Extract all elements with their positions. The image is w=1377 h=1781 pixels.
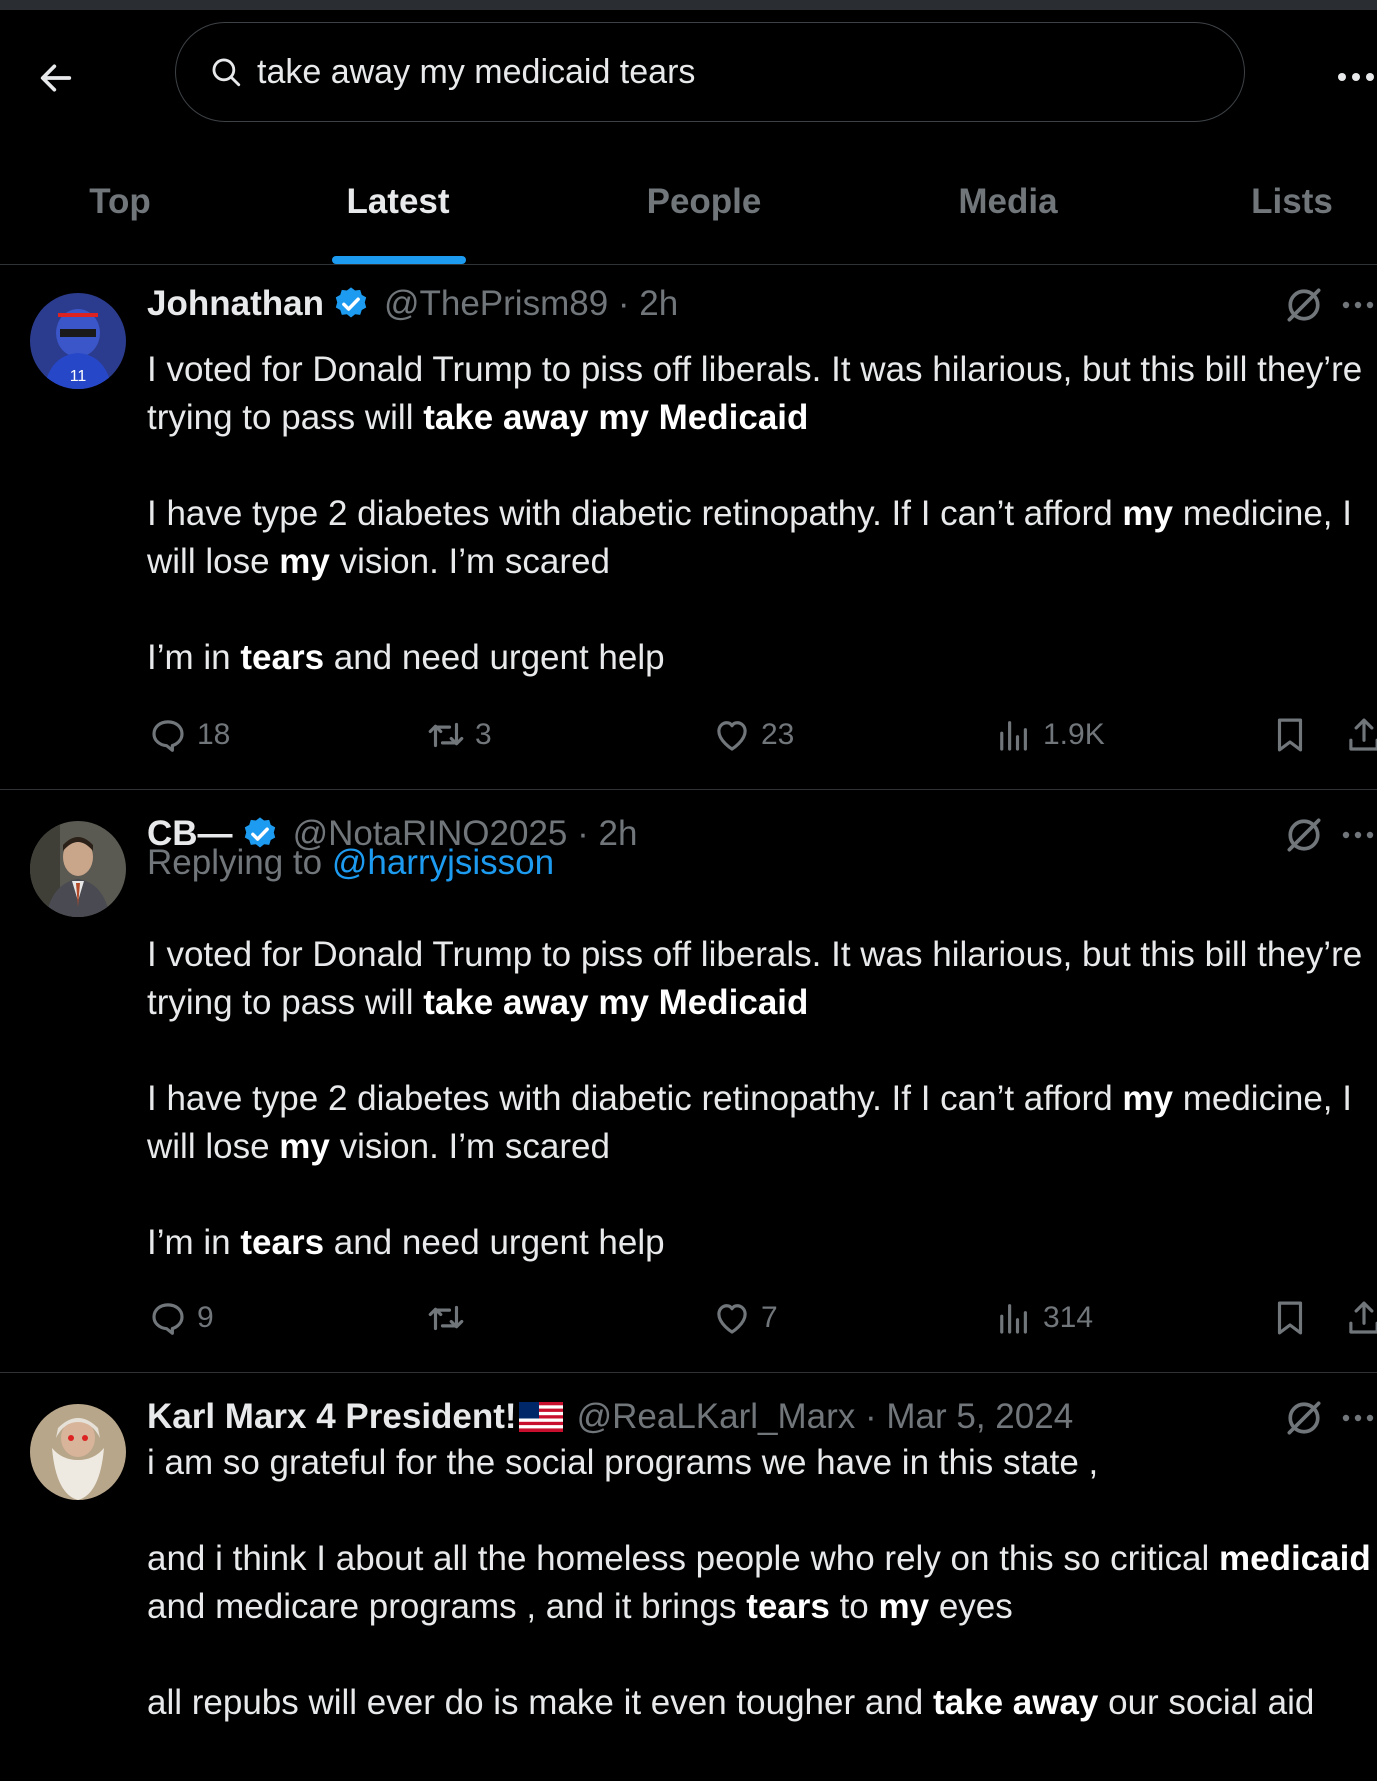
reply-mention-link[interactable]: @harryjsisson [332, 843, 554, 882]
like-button[interactable]: 7 [711, 1290, 778, 1346]
views-button[interactable]: 314 [993, 1290, 1093, 1346]
more-horizontal-icon [1338, 73, 1374, 81]
heart-icon [717, 1304, 747, 1334]
search-icon [209, 54, 245, 90]
repost-icon [428, 722, 464, 748]
search-box[interactable] [175, 22, 1245, 122]
post-actions: 18 3 23 1.9K [147, 707, 1377, 763]
post-more-icon[interactable] [1340, 295, 1377, 315]
reply-icon [152, 720, 184, 752]
man-in-suit-avatar-icon [30, 821, 126, 917]
repost-button[interactable] [425, 1290, 475, 1346]
post-header: Karl Marx 4 President! @ReaLKarl_Marx · … [147, 1392, 1073, 1442]
search-tabs: Top Latest People Media Lists [0, 140, 1377, 265]
search-input[interactable] [255, 51, 1159, 93]
bookmark-button[interactable] [1269, 1290, 1311, 1346]
author-handle-time[interactable]: @ReaLKarl_Marx · Mar 5, 2024 [577, 1397, 1074, 1437]
post[interactable]: 11 Johnathan @ThePrism89 · 2h I voted fo… [0, 265, 1377, 790]
bookmark-icon [1277, 1301, 1303, 1335]
avatar[interactable]: 11 [30, 293, 126, 389]
replying-to: Replying to @harryjsisson [147, 843, 555, 882]
more-options-button[interactable] [1336, 62, 1377, 92]
author-name[interactable]: Johnathan [147, 284, 324, 324]
author-handle-time[interactable]: @ThePrism89 · 2h [384, 284, 678, 324]
verified-badge-icon [335, 287, 367, 318]
repost-icon [428, 1305, 464, 1331]
back-button[interactable] [30, 52, 82, 104]
views-button[interactable]: 1.9K [993, 707, 1105, 763]
share-button[interactable] [1343, 707, 1377, 763]
tab-people[interactable]: People [624, 140, 784, 264]
grok-icon[interactable] [1282, 283, 1326, 327]
grok-icon[interactable] [1282, 813, 1326, 857]
reply-button[interactable]: 18 [147, 707, 230, 763]
svg-text:11: 11 [70, 368, 87, 385]
post-header: Johnathan @ThePrism89 · 2h [147, 279, 678, 329]
post-text: I voted for Donald Trump to piss off lib… [147, 350, 1363, 677]
post[interactable]: CB— @NotaRINO2025 · 2h Replying to @harr… [0, 790, 1377, 1373]
bookmark-button[interactable] [1269, 707, 1311, 763]
post-text: I voted for Donald Trump to piss off lib… [147, 935, 1363, 1262]
share-button[interactable] [1343, 1290, 1377, 1346]
heart-icon [717, 721, 747, 751]
post[interactable]: Karl Marx 4 President! @ReaLKarl_Marx · … [0, 1373, 1377, 1781]
share-icon [1349, 718, 1377, 751]
active-tab-indicator [332, 256, 466, 264]
views-chart-icon [1000, 1304, 1027, 1334]
avatar[interactable] [30, 1404, 126, 1500]
like-button[interactable]: 23 [711, 707, 794, 763]
back-arrow-icon [40, 64, 72, 92]
post-more-icon[interactable] [1340, 1408, 1377, 1428]
avatar[interactable] [30, 821, 126, 917]
author-name[interactable]: Karl Marx 4 President! [147, 1397, 517, 1437]
post-more-icon[interactable] [1340, 825, 1377, 845]
post-actions: 9 7 314 [147, 1290, 1377, 1346]
tab-top[interactable]: Top [40, 140, 200, 264]
search-header [0, 10, 1377, 136]
repost-button[interactable]: 3 [425, 707, 492, 763]
football-player-avatar-icon: 11 [30, 293, 126, 389]
bearded-man-avatar-icon [30, 1404, 126, 1500]
reply-button[interactable]: 9 [147, 1290, 214, 1346]
tab-latest[interactable]: Latest [318, 140, 478, 264]
share-icon [1349, 1301, 1377, 1334]
top-strip [0, 0, 1377, 10]
us-flag-icon [518, 1402, 563, 1432]
reply-icon [152, 1303, 184, 1335]
bookmark-icon [1277, 718, 1303, 752]
tab-lists[interactable]: Lists [1212, 140, 1372, 264]
views-chart-icon [1000, 721, 1027, 751]
grok-icon[interactable] [1282, 1396, 1326, 1440]
tab-media[interactable]: Media [928, 140, 1088, 264]
post-text: i am so grateful for the social programs… [147, 1443, 1371, 1722]
